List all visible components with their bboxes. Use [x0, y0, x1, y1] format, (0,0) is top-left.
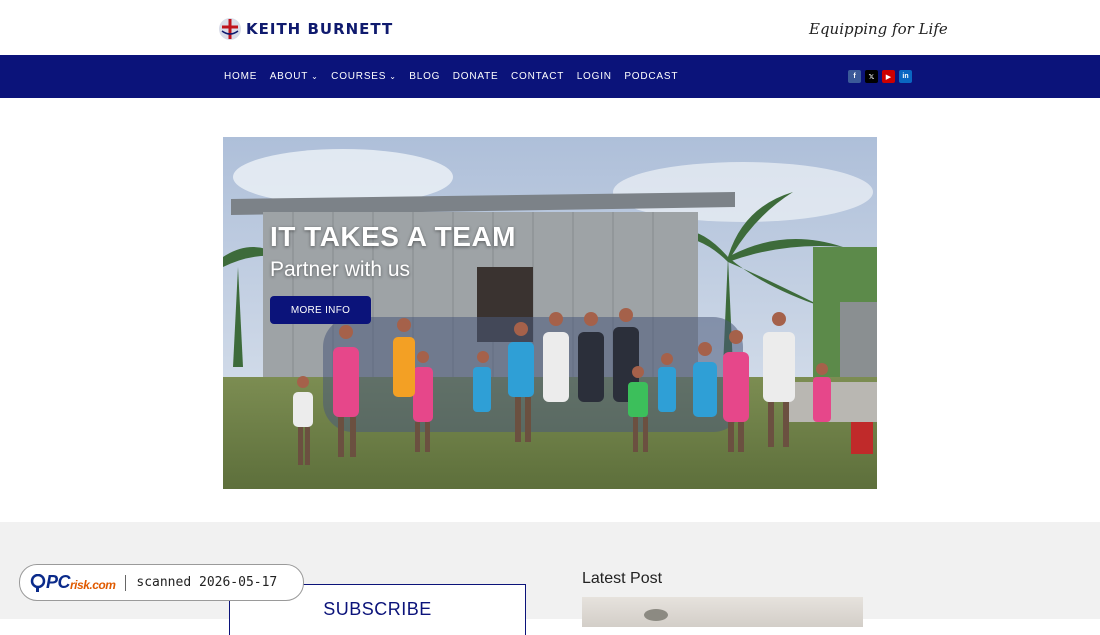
site-logo[interactable]: KEITH BURNETT: [218, 17, 393, 41]
nav-item-label: COURSES: [331, 71, 387, 82]
cross-logo-icon: [219, 18, 241, 40]
chevron-down-icon: ⌄: [389, 71, 397, 81]
social-links: f 𝕏 ▶ in: [848, 70, 912, 83]
scan-date-text: scanned 2026-05-17: [136, 575, 278, 590]
youtube-icon[interactable]: ▶: [882, 70, 895, 83]
nav-item-label: ABOUT: [269, 71, 309, 82]
thumbnail-detail: [644, 609, 668, 621]
nav-item-courses[interactable]: COURSES ⌄: [331, 71, 397, 82]
subscribe-title: SUBSCRIBE: [323, 599, 432, 619]
linkedin-icon[interactable]: in: [899, 70, 912, 83]
hero-title: IT TAKES A TEAM: [270, 221, 517, 252]
magnifier-icon: [30, 573, 46, 592]
nav-item-login[interactable]: LOGIN: [577, 71, 612, 82]
nav-item-label: HOME: [224, 71, 258, 82]
nav-item-contact[interactable]: CONTACT: [511, 71, 564, 82]
latest-post-title: Latest Post: [582, 570, 663, 587]
latest-post-thumbnail[interactable]: [582, 597, 863, 627]
pcrisk-logo: PC risk.com: [30, 572, 116, 593]
hero-subtitle: Partner with us: [270, 258, 411, 281]
more-info-button[interactable]: MORE INFO: [270, 296, 371, 324]
nav-item-label: CONTACT: [510, 71, 565, 82]
nav-item-donate[interactable]: DONATE: [453, 71, 499, 82]
facebook-icon[interactable]: f: [848, 70, 861, 83]
nav-item-about[interactable]: ABOUT ⌄: [270, 71, 319, 82]
brand-name: KEITH BURNETT: [246, 20, 394, 38]
scan-badge: PC risk.com scanned 2026-05-17: [19, 564, 304, 601]
nav-item-blog[interactable]: BLOG: [409, 71, 440, 82]
pcrisk-logo-main: PC: [46, 572, 71, 592]
chevron-down-icon: ⌄: [311, 71, 319, 81]
hero-banner: IT TAKES A TEAM Partner with us MORE INF…: [223, 137, 877, 489]
nav-item-label: DONATE: [452, 71, 499, 82]
pcrisk-logo-small: risk.com: [70, 577, 116, 592]
nav-item-label: LOGIN: [576, 71, 612, 82]
nav-item-podcast[interactable]: PODCAST: [624, 71, 678, 82]
tagline: Equipping for Life: [809, 20, 948, 38]
x-icon[interactable]: 𝕏: [865, 70, 878, 83]
nav-item-label: PODCAST: [624, 71, 679, 82]
nav-item-label: BLOG: [409, 71, 441, 82]
nav-menu: HOME ABOUT ⌄ COURSES ⌄ BLOG DONATE CONTA…: [224, 55, 678, 98]
badge-divider: [125, 574, 127, 591]
main-nav: HOME ABOUT ⌄ COURSES ⌄ BLOG DONATE CONTA…: [0, 55, 1100, 98]
site-header: KEITH BURNETT Equipping for Life: [0, 0, 1100, 55]
nav-item-home[interactable]: HOME: [224, 71, 257, 82]
